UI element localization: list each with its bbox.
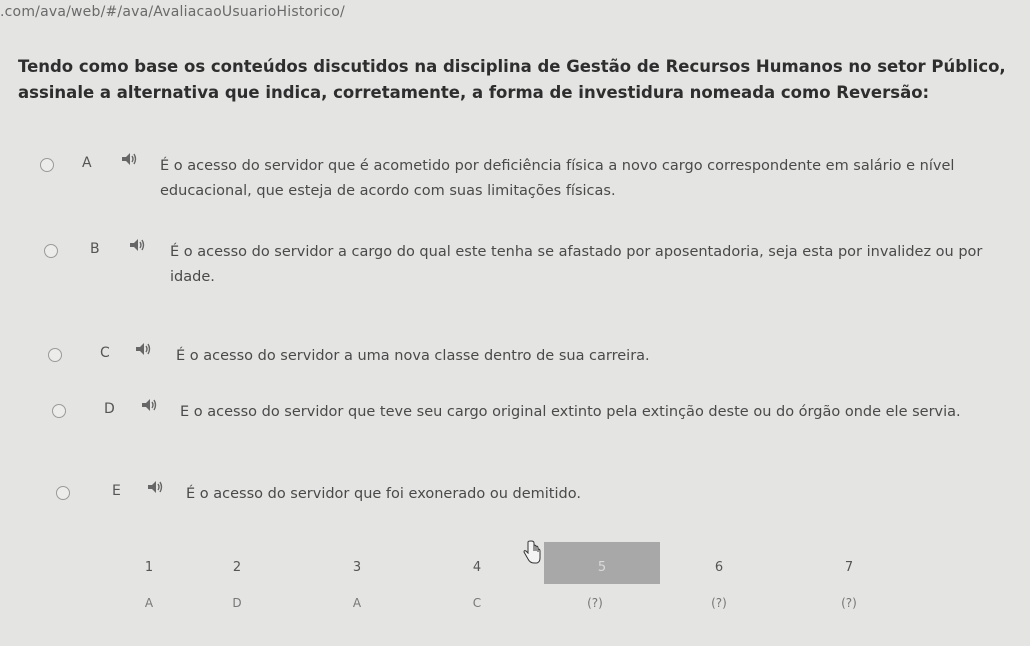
option-letter: B <box>90 241 100 257</box>
option-b[interactable]: B É o acesso do servidor a cargo do qual… <box>40 232 1025 292</box>
speaker-icon[interactable] <box>134 340 152 358</box>
nav-answer: C <box>472 596 482 610</box>
browser-url: .com/ava/web/#/ava/AvaliacaoUsuarioHisto… <box>0 4 345 20</box>
question-navigation: 1 A 2 D 3 A 4 C 5 (?) 6 (?) 7 (?) <box>60 542 920 622</box>
nav-number: 5 <box>597 560 607 575</box>
nav-question-6[interactable]: 6 (?) <box>660 542 778 622</box>
option-e[interactable]: E É o acesso do servidor que foi exonera… <box>40 474 1025 534</box>
radio-unchecked-icon[interactable] <box>44 244 58 258</box>
nav-question-4[interactable]: 4 C <box>418 542 536 622</box>
option-letter: C <box>100 345 110 361</box>
nav-answer: D <box>232 596 242 610</box>
option-text: É o acesso do servidor que é acometido p… <box>160 158 955 199</box>
option-text: E o acesso do servidor que teve seu carg… <box>180 404 961 420</box>
nav-number: 4 <box>472 560 482 575</box>
nav-number: 2 <box>232 560 242 575</box>
option-c[interactable]: C É o acesso do servidor a uma nova clas… <box>40 336 1025 396</box>
option-text: É o acesso do servidor a cargo do qual e… <box>170 244 983 285</box>
speaker-icon[interactable] <box>140 396 158 414</box>
nav-answer: (?) <box>711 596 727 610</box>
speaker-icon[interactable] <box>128 236 146 254</box>
hand-pointer-icon <box>523 540 541 564</box>
radio-unchecked-icon[interactable] <box>48 348 62 362</box>
question-text: Tendo como base os conteúdos discutidos … <box>18 57 1006 102</box>
option-letter: A <box>82 155 92 171</box>
option-letter: D <box>104 401 115 417</box>
speaker-icon[interactable] <box>120 150 138 168</box>
option-letter: E <box>112 483 121 499</box>
radio-unchecked-icon[interactable] <box>56 486 70 500</box>
option-text: É o acesso do servidor a uma nova classe… <box>176 348 650 364</box>
nav-question-5[interactable]: 5 (?) <box>530 542 660 622</box>
nav-number: 6 <box>714 560 724 575</box>
radio-unchecked-icon[interactable] <box>40 158 54 172</box>
nav-question-7[interactable]: 7 (?) <box>790 542 908 622</box>
nav-number: 3 <box>352 560 362 575</box>
nav-answer: (?) <box>587 596 603 610</box>
nav-question-2[interactable]: 2 D <box>178 542 296 622</box>
option-d[interactable]: D E o acesso do servidor que teve seu ca… <box>40 392 1025 452</box>
nav-answer: A <box>352 596 362 610</box>
option-a[interactable]: A É o acesso do servidor que é acometido… <box>40 146 1025 206</box>
speaker-icon[interactable] <box>146 478 164 496</box>
radio-unchecked-icon[interactable] <box>52 404 66 418</box>
option-text: É o acesso do servidor que foi exonerado… <box>186 486 581 502</box>
nav-number: 7 <box>844 560 854 575</box>
nav-answer: (?) <box>841 596 857 610</box>
nav-question-3[interactable]: 3 A <box>298 542 416 622</box>
